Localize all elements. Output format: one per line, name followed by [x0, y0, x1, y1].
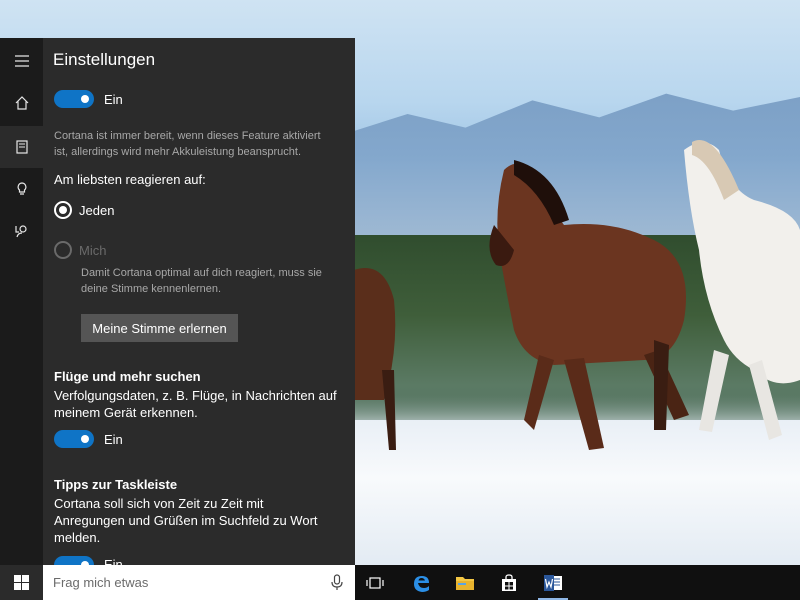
- mich-description: Damit Cortana optimal auf dich reagiert,…: [81, 267, 322, 295]
- windows-logo-icon: [14, 575, 29, 590]
- flights-description: Verfolgungsdaten, z. B. Flüge, in Nachri…: [54, 388, 337, 420]
- tips-heading: Tipps zur Taskleiste: [54, 477, 178, 492]
- store-icon[interactable]: [490, 565, 528, 600]
- wallpaper-horses: [354, 140, 800, 450]
- edge-icon[interactable]: [402, 565, 440, 600]
- search-box[interactable]: Frag mich etwas: [43, 565, 355, 600]
- word-icon[interactable]: [534, 565, 572, 600]
- radio-jeden-label: Jeden: [79, 203, 115, 218]
- search-placeholder: Frag mich etwas: [53, 575, 149, 590]
- tips-toggle-label: Ein: [104, 557, 123, 565]
- learn-voice-button[interactable]: Meine Stimme erlernen: [81, 314, 238, 342]
- feedback-icon[interactable]: [0, 210, 43, 252]
- notebook-icon[interactable]: [0, 126, 43, 168]
- cortana-rail: [0, 38, 43, 565]
- flights-heading: Flüge und mehr suchen: [54, 369, 201, 384]
- start-button[interactable]: [0, 565, 43, 600]
- file-explorer-icon[interactable]: [446, 565, 484, 600]
- toggle-description: Cortana ist immer bereit, wenn dieses Fe…: [54, 130, 321, 158]
- taskbar: Frag mich etwas: [0, 565, 800, 600]
- lightbulb-icon[interactable]: [0, 168, 43, 210]
- radio-mich-label: Mich: [79, 243, 107, 258]
- page-title: Einstellungen: [53, 50, 156, 69]
- radio-mich[interactable]: [54, 241, 72, 259]
- task-view-icon[interactable]: [356, 565, 394, 600]
- flights-toggle-label: Ein: [104, 432, 123, 447]
- cortana-voice-toggle-label: Ein: [104, 92, 123, 107]
- flights-toggle[interactable]: [54, 430, 94, 448]
- tips-toggle[interactable]: [54, 556, 94, 565]
- react-heading: Am liebsten reagieren auf:: [54, 172, 206, 187]
- cortana-settings-panel: Einstellungen Ein Cortana ist immer bere…: [43, 38, 355, 565]
- cortana-voice-toggle[interactable]: [54, 90, 94, 108]
- radio-jeden[interactable]: [54, 201, 72, 219]
- tips-description: Cortana soll sich von Zeit zu Zeit mit A…: [54, 496, 318, 545]
- menu-icon[interactable]: [0, 40, 43, 82]
- microphone-icon[interactable]: [331, 574, 343, 591]
- home-icon[interactable]: [0, 82, 43, 124]
